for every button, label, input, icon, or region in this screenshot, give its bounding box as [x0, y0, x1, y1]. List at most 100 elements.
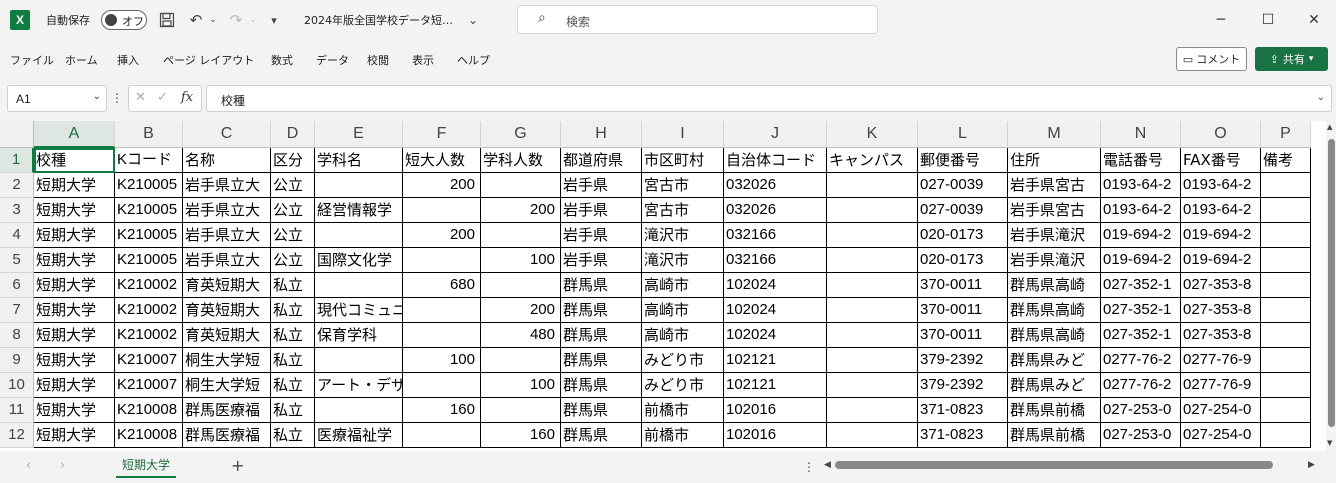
table-cell[interactable]: 0193-64-2	[1181, 173, 1261, 198]
table-cell[interactable]: 滝沢市	[642, 223, 724, 248]
table-cell[interactable]: 群馬県高崎	[1008, 298, 1101, 323]
column-header[interactable]: E	[315, 121, 403, 148]
table-cell[interactable]	[1261, 248, 1311, 273]
table-cell[interactable]: 370-0011	[918, 273, 1008, 298]
tab-view[interactable]: 表示	[412, 52, 434, 68]
table-cell[interactable]: 027-0039	[918, 173, 1008, 198]
table-cell[interactable]: 0277-76-2	[1101, 348, 1181, 373]
save-icon[interactable]	[157, 10, 177, 30]
table-cell[interactable]: 公立	[271, 198, 315, 223]
table-cell[interactable]	[827, 223, 918, 248]
table-cell[interactable]: 短期大学	[34, 298, 115, 323]
table-cell[interactable]: 100	[481, 373, 561, 398]
table-cell[interactable]	[403, 423, 481, 448]
header-cell[interactable]: Kコード	[115, 148, 183, 173]
table-cell[interactable]: 027-352-1	[1101, 273, 1181, 298]
table-cell[interactable]: 群馬県	[561, 373, 642, 398]
table-cell[interactable]: 0277-76-9	[1181, 348, 1261, 373]
scroll-right-icon[interactable]: ▶	[1308, 460, 1315, 470]
table-cell[interactable]	[827, 373, 918, 398]
redo-icon[interactable]: ↷	[226, 9, 246, 31]
table-cell[interactable]: 岩手県	[561, 173, 642, 198]
table-cell[interactable]	[315, 223, 403, 248]
table-cell[interactable]: 岩手県	[561, 248, 642, 273]
search-box[interactable]: ⌕ 検索	[517, 5, 878, 34]
scroll-left-icon[interactable]: ◀	[824, 460, 831, 470]
table-cell[interactable]: 短期大学	[34, 348, 115, 373]
column-header[interactable]: G	[481, 121, 561, 148]
table-cell[interactable]: 371-0823	[918, 423, 1008, 448]
table-cell[interactable]: 私立	[271, 348, 315, 373]
table-cell[interactable]: 桐生大学短	[183, 348, 271, 373]
table-cell[interactable]: 027-353-8	[1181, 298, 1261, 323]
column-header[interactable]: N	[1101, 121, 1181, 148]
table-cell[interactable]	[827, 173, 918, 198]
table-cell[interactable]: 370-0011	[918, 323, 1008, 348]
table-cell[interactable]	[827, 323, 918, 348]
table-cell[interactable]: 経営情報学	[315, 198, 403, 223]
table-cell[interactable]: 027-352-1	[1101, 298, 1181, 323]
tab-formulas[interactable]: 数式	[271, 52, 293, 68]
table-cell[interactable]: K210002	[115, 323, 183, 348]
table-cell[interactable]: 160	[481, 423, 561, 448]
table-cell[interactable]: 岩手県立大	[183, 248, 271, 273]
table-cell[interactable]: 020-0173	[918, 248, 1008, 273]
table-cell[interactable]: 私立	[271, 373, 315, 398]
table-cell[interactable]: アート・デザ	[315, 373, 403, 398]
table-cell[interactable]: 102121	[724, 373, 827, 398]
table-cell[interactable]: K210007	[115, 348, 183, 373]
undo-dropdown-icon[interactable]: ⌄	[207, 9, 219, 31]
table-cell[interactable]: 短期大学	[34, 223, 115, 248]
tab-help[interactable]: ヘルプ	[457, 52, 490, 68]
column-header[interactable]: P	[1261, 121, 1311, 148]
table-cell[interactable]: 宮古市	[642, 173, 724, 198]
scroll-down-icon[interactable]: ▼	[1327, 439, 1332, 447]
table-cell[interactable]: 高崎市	[642, 298, 724, 323]
table-cell[interactable]: 岩手県宮古	[1008, 173, 1101, 198]
table-cell[interactable]: K210005	[115, 198, 183, 223]
table-cell[interactable]: 岩手県立大	[183, 223, 271, 248]
table-cell[interactable]: 200	[403, 223, 481, 248]
table-cell[interactable]: K210008	[115, 423, 183, 448]
table-cell[interactable]: 群馬医療福	[183, 398, 271, 423]
table-cell[interactable]: 102121	[724, 348, 827, 373]
row-header[interactable]: 6	[0, 273, 34, 298]
table-cell[interactable]	[1261, 198, 1311, 223]
table-cell[interactable]: 020-0173	[918, 223, 1008, 248]
table-cell[interactable]: 160	[403, 398, 481, 423]
row-header[interactable]: 1	[0, 148, 34, 173]
table-cell[interactable]	[1261, 373, 1311, 398]
table-cell[interactable]: みどり市	[642, 348, 724, 373]
header-cell[interactable]: 郵便番号	[918, 148, 1008, 173]
table-cell[interactable]	[481, 348, 561, 373]
table-cell[interactable]	[1261, 398, 1311, 423]
table-cell[interactable]: 岩手県滝沢	[1008, 223, 1101, 248]
table-cell[interactable]	[481, 173, 561, 198]
column-header[interactable]: M	[1008, 121, 1101, 148]
header-cell[interactable]: 短大人数	[403, 148, 481, 173]
table-cell[interactable]: 群馬県みど	[1008, 373, 1101, 398]
table-cell[interactable]: 102024	[724, 298, 827, 323]
tab-page-layout[interactable]: ページ レイアウト	[163, 52, 254, 68]
table-cell[interactable]: 岩手県立大	[183, 198, 271, 223]
table-cell[interactable]: 019-694-2	[1101, 248, 1181, 273]
table-cell[interactable]	[315, 348, 403, 373]
table-cell[interactable]	[1261, 323, 1311, 348]
column-header[interactable]: C	[183, 121, 271, 148]
table-cell[interactable]: 480	[481, 323, 561, 348]
table-cell[interactable]: 027-352-1	[1101, 323, 1181, 348]
table-cell[interactable]	[827, 298, 918, 323]
table-cell[interactable]	[827, 273, 918, 298]
table-cell[interactable]: 0277-76-2	[1101, 373, 1181, 398]
table-cell[interactable]: 岩手県	[561, 198, 642, 223]
table-cell[interactable]: 群馬県前橋	[1008, 398, 1101, 423]
table-cell[interactable]: K210002	[115, 298, 183, 323]
table-cell[interactable]: 371-0823	[918, 398, 1008, 423]
tab-home[interactable]: ホーム	[65, 52, 98, 68]
table-cell[interactable]: 102024	[724, 273, 827, 298]
table-cell[interactable]: 019-694-2	[1181, 248, 1261, 273]
table-cell[interactable]: 短期大学	[34, 273, 115, 298]
table-cell[interactable]: 200	[403, 173, 481, 198]
row-header[interactable]: 5	[0, 248, 34, 273]
share-button[interactable]: ⇪ 共有 ▾	[1255, 47, 1328, 71]
